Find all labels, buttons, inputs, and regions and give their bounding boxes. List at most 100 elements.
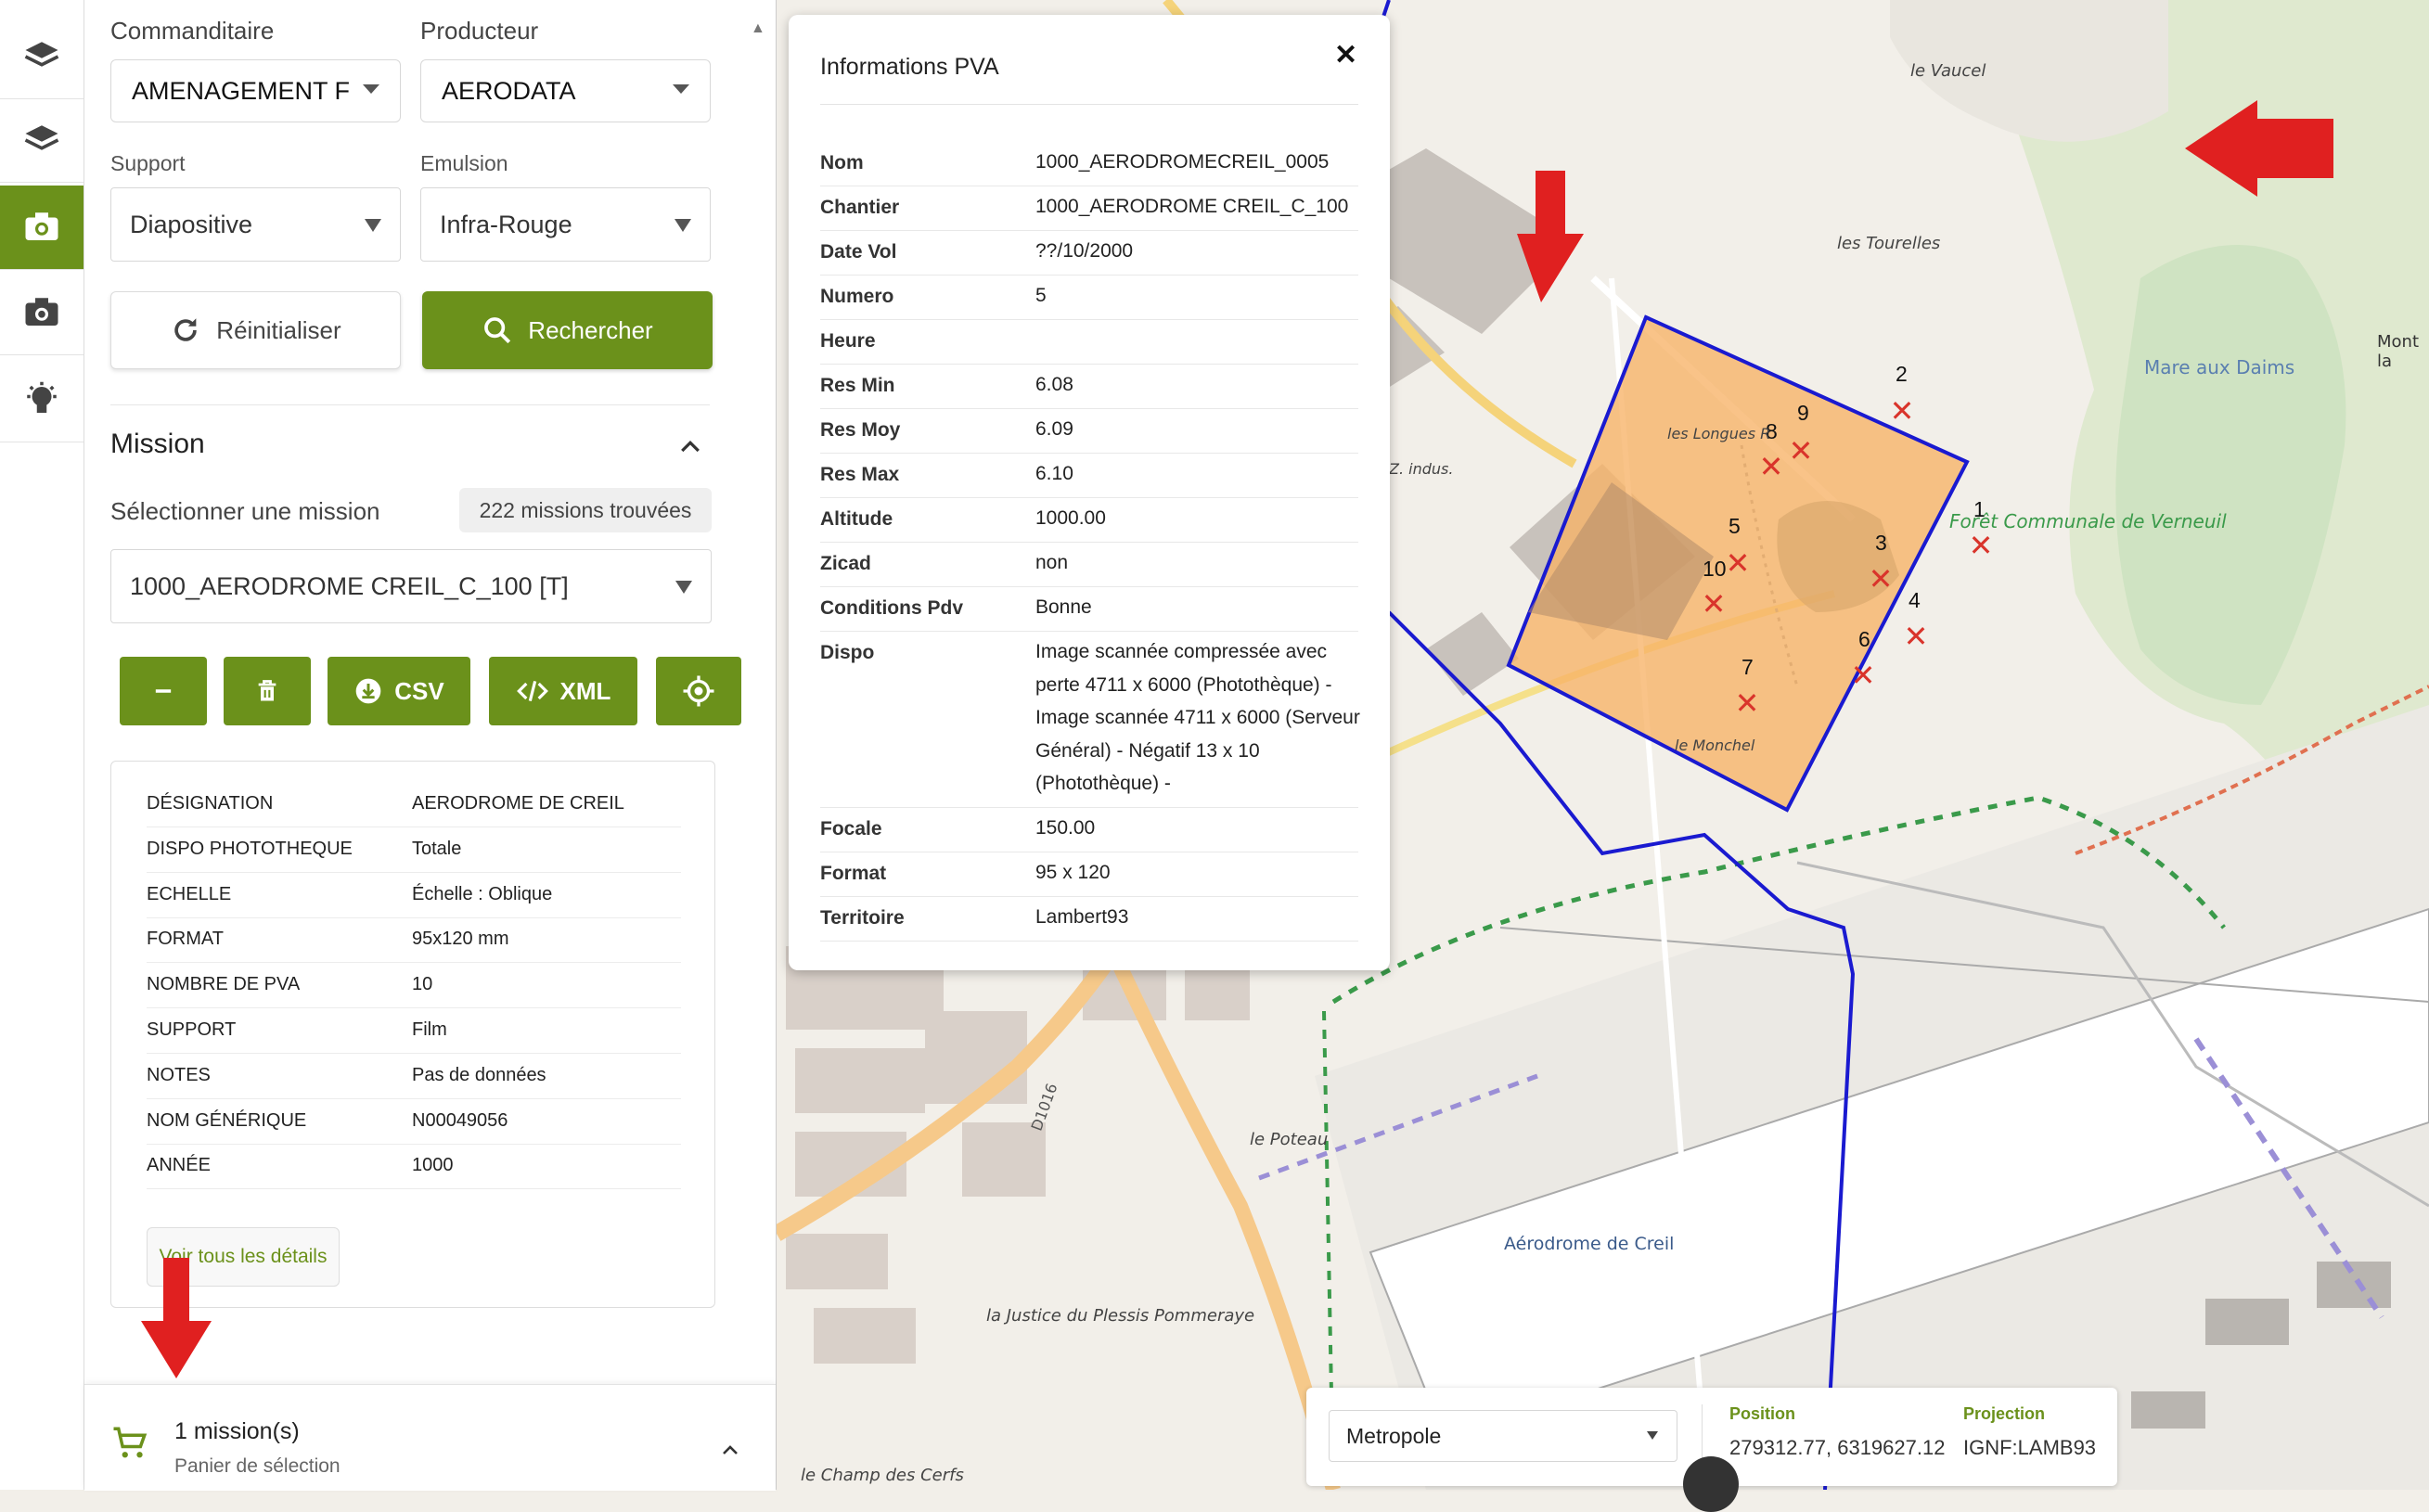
popup-key: Dispo [820, 642, 875, 663]
producteur-select[interactable]: AERODATA [420, 59, 711, 122]
caret-down-icon [673, 84, 689, 94]
territory-select[interactable]: Metropole [1329, 1410, 1677, 1462]
popup-value: 1000_AERODROMECREIL_0005 [1035, 151, 1330, 173]
divider [110, 404, 710, 405]
popup-divider [820, 104, 1358, 105]
code-icon [516, 680, 548, 702]
pva-marker[interactable]: ✕ [1788, 436, 1814, 466]
position-value: 279312.77, 6319627.12 [1729, 1436, 1946, 1459]
pva-search-button[interactable] [0, 186, 84, 270]
layers-button[interactable] [0, 15, 84, 99]
tool-rail [0, 0, 84, 1490]
remove-button[interactable] [120, 657, 207, 725]
locate-button[interactable] [656, 657, 741, 725]
popup-value: 150.00 [1035, 817, 1096, 839]
pva-marker[interactable]: ✕ [1725, 548, 1751, 578]
pva-marker[interactable]: ✕ [1734, 688, 1760, 718]
commanditaire-select[interactable]: AMENAGEMENT F [110, 59, 401, 122]
detail-row: ECHELLE Échelle : Oblique [147, 873, 681, 918]
close-icon[interactable]: ✕ [1334, 39, 1357, 71]
popup-value: 6.10 [1035, 463, 1073, 484]
territory-value: Metropole [1346, 1423, 1442, 1448]
detail-row: FORMAT 95x120 mm [147, 917, 681, 964]
popup-key: Zicad [820, 553, 871, 574]
popup-key: Res Max [820, 464, 900, 485]
pva-marker-label: 4 [1908, 588, 1921, 612]
delete-button[interactable] [224, 657, 311, 725]
map-label: Aérodrome de Creil [1504, 1234, 1675, 1254]
layers-icon [24, 125, 59, 150]
minus-icon [155, 689, 172, 693]
reset-button[interactable]: Réinitialiser [110, 291, 401, 369]
refresh-icon [174, 318, 198, 341]
pva-marker-label: 2 [1896, 362, 1908, 386]
triangle-down-icon [365, 219, 381, 232]
popup-key: Territoire [820, 907, 905, 929]
camera-button[interactable] [0, 271, 84, 355]
emulsion-label: Emulsion [420, 151, 508, 175]
detail-value: 1000 [412, 1155, 454, 1176]
pva-marker-label: 10 [1703, 557, 1727, 581]
detail-key: ECHELLE [147, 883, 232, 904]
cart-subtitle: Panier de sélection [174, 1455, 341, 1477]
layers-icon [24, 42, 59, 67]
detail-key: DÉSIGNATION [147, 793, 274, 814]
popup-key: Heure [820, 330, 876, 352]
pva-marker-label: 3 [1875, 531, 1887, 555]
popup-row: Focale 150.00 [820, 807, 1358, 852]
mission-select[interactable]: 1000_AERODROME CREIL_C_100 [T] [110, 549, 712, 623]
popup-row: Res Moy 6.09 [820, 408, 1358, 454]
pva-marker[interactable]: ✕ [1903, 621, 1929, 651]
pva-marker[interactable]: ✕ [1701, 589, 1727, 619]
detail-value: AERODROME DE CREIL [412, 793, 624, 814]
popup-row: Date Vol ??/10/2000 [820, 230, 1358, 275]
lightbulb-icon [27, 381, 57, 413]
projection-value: IGNF:LAMB93 [1963, 1436, 2097, 1459]
commanditaire-value: AMENAGEMENT F [132, 76, 351, 105]
popup-key: Numero [820, 286, 894, 307]
popup-value: 1000_AERODROME CREIL_C_100 [1035, 196, 1349, 217]
detail-key: NOM GÉNÉRIQUE [147, 1109, 307, 1131]
search-button[interactable]: Rechercher [422, 291, 713, 369]
pva-marker[interactable]: ✕ [1889, 396, 1915, 426]
popup-row: Zicad non [820, 542, 1358, 587]
pva-marker[interactable]: ✕ [1868, 564, 1894, 594]
pva-marker[interactable]: ✕ [1850, 660, 1876, 690]
map-label: les Longues R [1667, 425, 1771, 442]
popup-key: Res Min [820, 375, 895, 396]
xml-label: XML [559, 676, 611, 705]
xml-download-button[interactable]: XML [489, 657, 637, 725]
collapse-toggle[interactable] [1683, 1456, 1739, 1512]
popup-key: Date Vol [820, 241, 897, 263]
support-label: Support [110, 151, 186, 175]
detail-row: ANNÉE 1000 [147, 1144, 681, 1190]
chevron-up-icon[interactable] [719, 1439, 741, 1461]
caret-down-icon [363, 84, 379, 94]
detail-key: NOTES [147, 1064, 211, 1085]
cart-footer[interactable]: 1 mission(s) Panier de sélection [84, 1384, 776, 1491]
map-label: le Vaucel [1910, 61, 1986, 81]
detail-row: DISPO PHOTOTHEQUE Totale [147, 827, 681, 873]
lightbulb-button[interactable] [0, 358, 84, 442]
triangle-down-icon [675, 219, 691, 232]
pva-marker-label: 9 [1797, 401, 1809, 425]
position-label: Position [1729, 1404, 1795, 1423]
detail-key: ANNÉE [147, 1155, 211, 1176]
emulsion-select[interactable]: Infra-Rouge [420, 187, 711, 262]
popup-value: Image scannée compressée avec perte 4711… [1035, 641, 1360, 794]
map-label: Mare aux Daims [2144, 356, 2295, 378]
popup-row: Chantier 1000_AERODROME CREIL_C_100 [820, 186, 1358, 231]
mission-details-card: DÉSIGNATION AERODROME DE CREIL DISPO PHOTO… [110, 761, 715, 1308]
pva-marker-label: 6 [1858, 627, 1870, 651]
chevron-up-icon[interactable] [676, 432, 704, 460]
csv-download-button[interactable]: CSV [328, 657, 470, 725]
scroll-up-icon[interactable]: ▲ [751, 20, 765, 37]
popup-key: Chantier [820, 197, 900, 218]
popup-key: Focale [820, 818, 882, 839]
mission-selected-value: 1000_AERODROME CREIL_C_100 [T] [130, 571, 569, 600]
pva-marker[interactable]: ✕ [1758, 452, 1784, 481]
cart-icon [113, 1427, 148, 1458]
pva-marker[interactable]: ✕ [1968, 531, 1994, 560]
support-select[interactable]: Diapositive [110, 187, 401, 262]
layers-button-2[interactable] [0, 98, 84, 183]
